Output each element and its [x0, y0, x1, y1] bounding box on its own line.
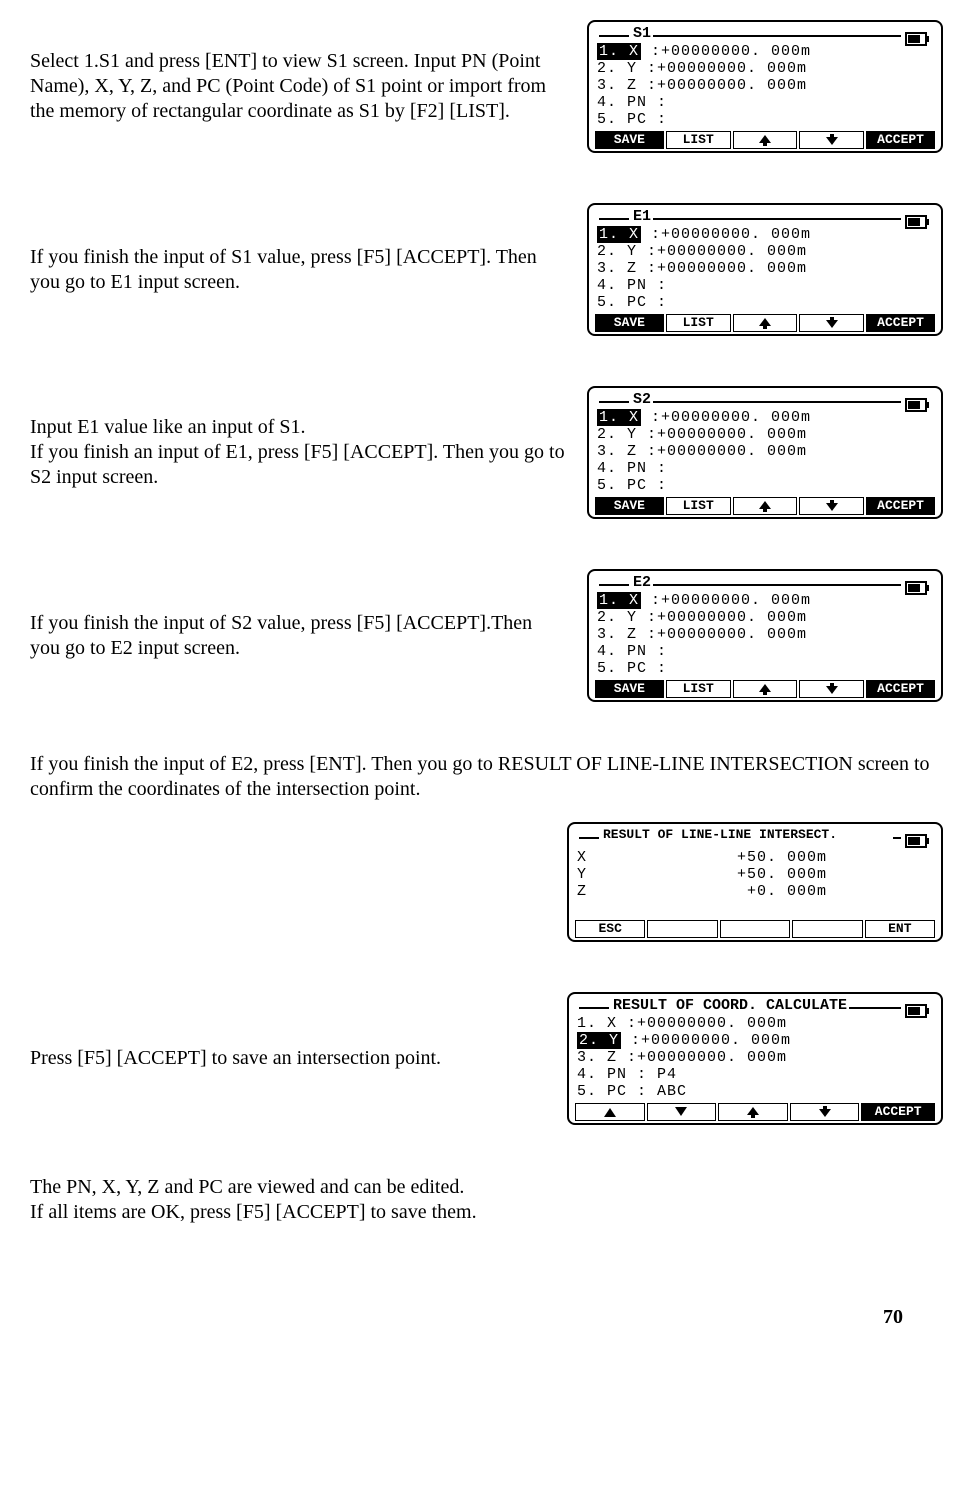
softkey-empty	[792, 920, 862, 938]
battery-icon	[905, 834, 927, 848]
field-row: 4. PN :	[597, 644, 935, 661]
softkey-accept[interactable]: ACCEPT	[866, 314, 935, 332]
softkey-esc[interactable]: ESC	[575, 920, 645, 938]
softkey-arrow[interactable]	[799, 314, 864, 332]
softkey-arrow[interactable]	[799, 680, 864, 698]
softkey-list[interactable]: LIST	[666, 497, 731, 515]
softkey-accept[interactable]: ACCEPT	[861, 1103, 935, 1121]
screen-title: E1	[631, 209, 653, 226]
softkey-arrow[interactable]	[647, 1103, 717, 1121]
field-row: 3. Z :+00000000. 000m	[597, 78, 935, 95]
field-row: 2. Y :+00000000. 000m	[577, 1033, 935, 1050]
lcd-screen-e1: E11. X :+00000000. 000m2. Y :+00000000. …	[587, 203, 943, 336]
softkey-arrow[interactable]	[733, 680, 798, 698]
field-row: 2. Y :+00000000. 000m	[597, 427, 935, 444]
field-row: 4. PN :	[597, 278, 935, 295]
field-row: 2. Y :+00000000. 000m	[597, 244, 935, 261]
field-row: 1. X :+00000000. 000m	[597, 227, 935, 244]
softkey-ent[interactable]: ENT	[865, 920, 935, 938]
field-row: 3. Z :+00000000. 000m	[577, 1050, 935, 1067]
softkey-save[interactable]: SAVE	[595, 314, 664, 332]
softkey-save[interactable]: SAVE	[595, 680, 664, 698]
lcd-screen-s1: S11. X :+00000000. 000m2. Y :+00000000. …	[587, 20, 943, 153]
lcd-screen-s2: S21. X :+00000000. 000m2. Y :+00000000. …	[587, 386, 943, 519]
softkey-accept[interactable]: ACCEPT	[866, 497, 935, 515]
softkey-empty	[647, 920, 717, 938]
battery-icon	[905, 1004, 927, 1018]
field-row: 5. PC : ABC	[577, 1084, 935, 1101]
field-row: 3. Z :+00000000. 000m	[597, 444, 935, 461]
softkey-accept[interactable]: ACCEPT	[866, 131, 935, 149]
field-row: 5. PC :	[597, 661, 935, 678]
screen-title: RESULT OF COORD. CALCULATE	[611, 998, 849, 1015]
field-row: 1. X :+00000000. 000m	[577, 1016, 935, 1033]
field-row: 4. PN :	[597, 95, 935, 112]
paragraph: Select 1.S1 and press [ENT] to view S1 s…	[30, 49, 567, 124]
screen-title: RESULT OF LINE-LINE INTERSECT.	[601, 828, 839, 842]
softkey-list[interactable]: LIST	[666, 680, 731, 698]
battery-icon	[905, 398, 927, 412]
paragraph: Press [F5] [ACCEPT] to save an intersect…	[30, 1046, 547, 1071]
paragraph: Input E1 value like an input of S1. If y…	[30, 415, 567, 490]
paragraph: The PN, X, Y, Z and PC are viewed and ca…	[30, 1175, 943, 1225]
softkey-arrow[interactable]	[799, 131, 864, 149]
result-line: Z +0. 000m	[577, 884, 935, 901]
lcd-screen-result-coord: RESULT OF COORD. CALCULATE1. X :+0000000…	[567, 992, 943, 1125]
battery-icon	[905, 581, 927, 595]
softkey-arrow[interactable]	[799, 497, 864, 515]
screen-title: S2	[631, 392, 653, 409]
softkey-arrow[interactable]	[575, 1103, 645, 1121]
softkey-arrow[interactable]	[733, 314, 798, 332]
field-row: 3. Z :+00000000. 000m	[597, 627, 935, 644]
field-row: 5. PC :	[597, 295, 935, 312]
screen-title: E2	[631, 575, 653, 592]
battery-icon	[905, 215, 927, 229]
softkey-list[interactable]: LIST	[666, 314, 731, 332]
field-row: 1. X :+00000000. 000m	[597, 410, 935, 427]
softkey-arrow[interactable]	[733, 497, 798, 515]
paragraph: If you finish the input of E2, press [EN…	[30, 752, 943, 802]
field-row: 2. Y :+00000000. 000m	[597, 610, 935, 627]
page-number: 70	[30, 1305, 943, 1330]
softkey-save[interactable]: SAVE	[595, 497, 664, 515]
field-row: 2. Y :+00000000. 000m	[597, 61, 935, 78]
result-line: X +50. 000m	[577, 850, 935, 867]
field-row: 1. X :+00000000. 000m	[597, 44, 935, 61]
softkey-arrow[interactable]	[733, 131, 798, 149]
softkey-list[interactable]: LIST	[666, 131, 731, 149]
field-row: 5. PC :	[597, 478, 935, 495]
lcd-screen-result-intersect: RESULT OF LINE-LINE INTERSECT. X +50. 000…	[567, 822, 943, 942]
field-row: 4. PN :	[597, 461, 935, 478]
paragraph: If you finish the input of S1 value, pre…	[30, 245, 567, 295]
softkey-accept[interactable]: ACCEPT	[866, 680, 935, 698]
field-row: 1. X :+00000000. 000m	[597, 593, 935, 610]
screen-title: S1	[631, 26, 653, 43]
softkey-arrow[interactable]	[718, 1103, 788, 1121]
softkey-empty	[720, 920, 790, 938]
lcd-screen-e2: E21. X :+00000000. 000m2. Y :+00000000. …	[587, 569, 943, 702]
field-row: 4. PN : P4	[577, 1067, 935, 1084]
softkey-arrow[interactable]	[790, 1103, 860, 1121]
softkey-save[interactable]: SAVE	[595, 131, 664, 149]
field-row: 5. PC :	[597, 112, 935, 129]
battery-icon	[905, 32, 927, 46]
paragraph: If you finish the input of S2 value, pre…	[30, 611, 567, 661]
result-line: Y +50. 000m	[577, 867, 935, 884]
field-row: 3. Z :+00000000. 000m	[597, 261, 935, 278]
